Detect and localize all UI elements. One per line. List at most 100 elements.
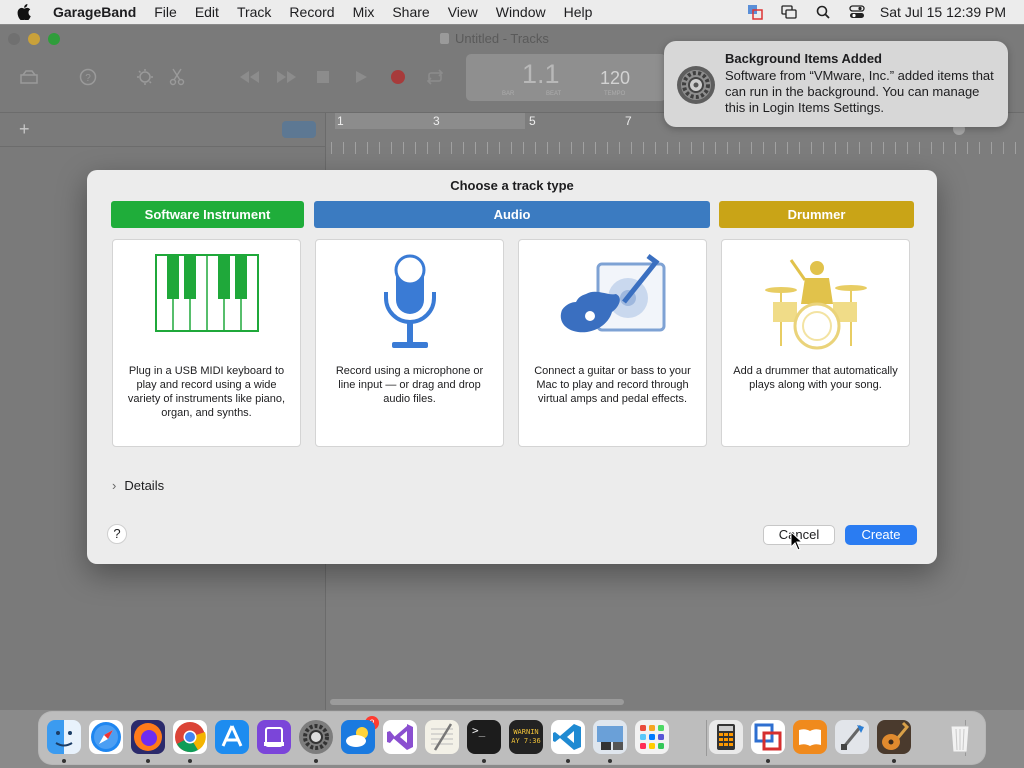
playhead-position: 1.1 (522, 59, 560, 89)
editors-scissors-icon[interactable] (166, 66, 188, 88)
ruler-ticks (331, 142, 1024, 154)
audio-header[interactable]: Audio (314, 201, 710, 228)
stop-icon[interactable] (312, 66, 334, 88)
menu-view[interactable]: View (439, 0, 487, 24)
screen-recorder-icon[interactable] (257, 720, 291, 754)
garageband-icon[interactable] (877, 720, 911, 754)
window-title: Untitled - Tracks (440, 31, 549, 46)
running-indicator (188, 759, 192, 763)
screen-mirroring-icon[interactable] (772, 5, 806, 19)
firefox-icon[interactable] (131, 720, 165, 754)
drummer-card[interactable]: Add a drummer that automatically plays a… (721, 239, 910, 447)
create-button[interactable]: Create (845, 525, 917, 545)
menu-clock[interactable]: Sat Jul 15 12:39 PM (874, 0, 1024, 24)
document-icon (440, 33, 449, 44)
microphone-card[interactable]: Record using a microphone or line input … (315, 239, 504, 447)
search-icon[interactable] (806, 5, 840, 19)
menu-file[interactable]: File (145, 0, 186, 24)
beat-label: BEAT (546, 91, 562, 97)
track-headers-toolbar: + (0, 113, 325, 147)
window-title-text: Untitled - Tracks (455, 31, 549, 46)
calculator-icon[interactable] (709, 720, 743, 754)
dock: 2 >_ WARNIN AY 7:36 (38, 711, 986, 765)
menu-mix[interactable]: Mix (344, 0, 384, 24)
cycle-icon[interactable] (424, 66, 446, 88)
running-indicator (566, 759, 570, 763)
finder-icon[interactable] (47, 720, 81, 754)
details-label: Details (124, 478, 165, 493)
quick-help-icon[interactable]: ? (77, 66, 99, 88)
drum-kit-icon (722, 254, 909, 360)
control-center-icon[interactable] (840, 5, 874, 19)
ruler-mark: 5 (529, 114, 536, 128)
running-indicator (146, 759, 150, 763)
notification-banner[interactable]: Background Items Added Software from “VM… (664, 41, 1008, 127)
chrome-icon[interactable] (173, 720, 207, 754)
launchpad-icon[interactable] (635, 720, 669, 754)
vmware-status-icon[interactable] (738, 4, 772, 20)
dialog-title: Choose a track type (450, 178, 574, 193)
drummer-card-description: Add a drummer that automatically plays a… (733, 365, 898, 391)
smart-filter-button[interactable] (282, 121, 316, 138)
guitar-card[interactable]: Connect a guitar or bass to your Mac to … (518, 239, 707, 447)
menu-track[interactable]: Track (228, 0, 280, 24)
zoom-window-button[interactable] (48, 33, 60, 45)
menu-record[interactable]: Record (280, 0, 343, 24)
record-icon[interactable] (387, 66, 409, 88)
play-icon[interactable] (350, 66, 372, 88)
tempo-label: TEMPO (604, 91, 626, 97)
menu-edit[interactable]: Edit (186, 0, 228, 24)
console-warning-text: WARNIN (513, 728, 539, 736)
app-store-icon[interactable] (215, 720, 249, 754)
minimize-window-button[interactable] (28, 33, 40, 45)
vmware-fusion-icon[interactable] (751, 720, 785, 754)
system-settings-gear-icon (676, 65, 716, 105)
ruler-mark: 1 (337, 114, 344, 128)
safari-icon[interactable] (89, 720, 123, 754)
library-icon[interactable] (18, 66, 40, 88)
horizontal-scrollbar[interactable] (330, 699, 624, 705)
apple-menu-icon[interactable] (0, 0, 48, 24)
vscode-icon[interactable] (551, 720, 585, 754)
bar-label: BAR (502, 91, 515, 97)
fast-forward-icon[interactable] (276, 66, 298, 88)
weather-icon[interactable] (341, 720, 375, 754)
script-editor-icon[interactable] (835, 720, 869, 754)
details-disclosure[interactable]: › Details (112, 478, 164, 493)
console-icon[interactable]: WARNIN AY 7:36 (509, 720, 543, 754)
console-time-text: AY 7:36 (511, 737, 541, 745)
visual-studio-icon[interactable] (383, 720, 417, 754)
menu-share[interactable]: Share (383, 0, 438, 24)
running-indicator (892, 759, 896, 763)
software-instrument-header[interactable]: Software Instrument (111, 201, 304, 228)
cycle-region[interactable] (335, 113, 525, 129)
chevron-right-icon: › (112, 478, 117, 493)
running-indicator (482, 759, 486, 763)
help-button[interactable]: ? (107, 524, 127, 544)
books-icon[interactable] (793, 720, 827, 754)
menu-window[interactable]: Window (487, 0, 555, 24)
smart-controls-icon[interactable] (134, 66, 156, 88)
lcd-display[interactable]: 1.1 120 BAR BEAT TEMPO (466, 54, 666, 101)
piano-keyboard-icon (113, 254, 300, 360)
add-track-button[interactable]: + (19, 119, 30, 140)
textedit-icon[interactable] (425, 720, 459, 754)
preview-icon[interactable] (593, 720, 627, 754)
close-window-button[interactable] (8, 33, 20, 45)
menu-bar: GarageBand File Edit Track Record Mix Sh… (0, 0, 1024, 24)
system-settings-icon[interactable] (299, 720, 333, 754)
drummer-header[interactable]: Drummer (719, 201, 914, 228)
midi-keyboard-card[interactable]: Plug in a USB MIDI keyboard to play and … (112, 239, 301, 447)
mouse-pointer-icon (790, 530, 804, 551)
menu-help[interactable]: Help (555, 0, 602, 24)
guitar-card-description: Connect a guitar or bass to your Mac to … (534, 365, 691, 405)
microphone-card-description: Record using a microphone or line input … (335, 365, 484, 405)
menu-app-name[interactable]: GarageBand (48, 0, 145, 24)
rewind-icon[interactable] (238, 66, 260, 88)
tempo-value: 120 (600, 68, 631, 88)
notification-title: Background Items Added (725, 51, 882, 66)
trash-icon[interactable] (943, 720, 977, 754)
terminal-icon[interactable]: >_ (467, 720, 501, 754)
choose-track-type-dialog: Choose a track type Software Instrument … (87, 170, 937, 564)
running-indicator (608, 759, 612, 763)
